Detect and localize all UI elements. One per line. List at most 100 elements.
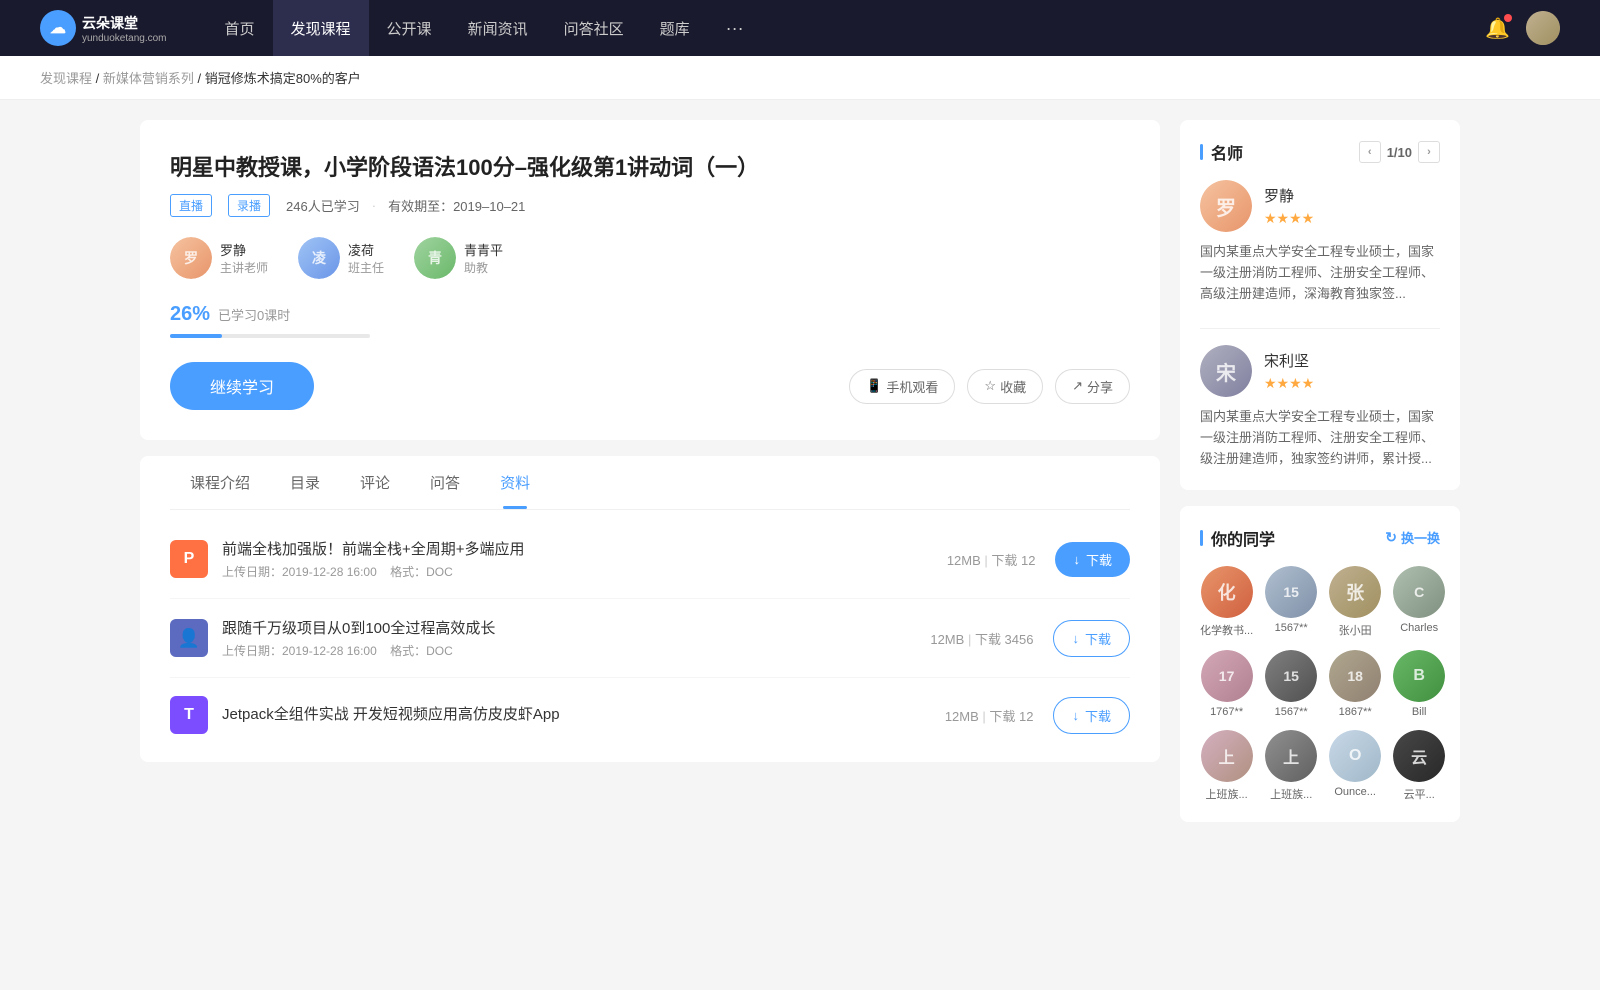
sidebar-teacher-1-stars: ★★★★ <box>1264 210 1314 227</box>
resource-icon-3: T <box>170 696 208 734</box>
tab-intro[interactable]: 课程介绍 <box>170 456 270 509</box>
logo-icon: ☁ <box>40 10 76 46</box>
next-teacher-button[interactable]: › <box>1418 141 1440 163</box>
teacher-page: 1/10 <box>1387 145 1412 160</box>
resource-stats-1: 12MB | 下载 12 <box>947 550 1036 569</box>
course-meta: 直播 录播 246人已学习 · 有效期至：2019–10–21 <box>170 194 1130 217</box>
student-10-avatar: 上 <box>1265 730 1317 782</box>
student-4: C Charles <box>1393 566 1445 638</box>
collect-button[interactable]: ☆ 收藏 <box>967 369 1043 404</box>
student-4-name: Charles <box>1400 622 1438 634</box>
tab-catalog[interactable]: 目录 <box>270 456 340 509</box>
student-12-name: 云平... <box>1404 786 1435 802</box>
progress-bar-bg <box>170 334 370 338</box>
nav-item-courses[interactable]: 发现课程 <box>273 0 369 56</box>
student-6-avatar: 15 <box>1265 650 1317 702</box>
student-8-name: Bill <box>1412 706 1427 718</box>
notification-dot <box>1504 14 1512 22</box>
sidebar-teacher-2-name: 宋利坚 <box>1264 350 1314 371</box>
students-card: 你的同学 ↻ 换一换 化 化学教书... 15 1567** <box>1180 506 1460 822</box>
teacher-3-avatar: 青 <box>414 237 456 279</box>
student-4-avatar: C <box>1393 566 1445 618</box>
teacher-2: 凌 凌荷 班主任 <box>298 237 384 279</box>
teacher-2-role: 班主任 <box>348 259 384 276</box>
breadcrumb-link-courses[interactable]: 发现课程 <box>40 71 92 86</box>
notification-bell[interactable]: 🔔 <box>1485 16 1510 41</box>
teachers-title: 名师 <box>1211 140 1243 164</box>
sidebar-teacher-1: 罗 罗静 ★★★★ 国内某重点大学安全工程专业硕士，国家一级注册消防工程师、注册… <box>1200 180 1440 304</box>
title-bar-decoration-2 <box>1200 530 1203 546</box>
resource-stats-3: 12MB | 下载 12 <box>945 706 1034 725</box>
content-left: 明星中教授课，小学阶段语法100分–强化级第1讲动词（一） 直播 录播 246人… <box>140 120 1160 838</box>
breadcrumb-link-series[interactable]: 新媒体营销系列 <box>103 71 194 86</box>
students-count: 246人已学习 <box>286 196 360 215</box>
sidebar-teacher-2-desc: 国内某重点大学安全工程专业硕士，国家一级注册消防工程师、注册安全工程师、级注册建… <box>1200 407 1440 469</box>
main-container: 明星中教授课，小学阶段语法100分–强化级第1讲动词（一） 直播 录播 246人… <box>100 120 1500 838</box>
student-1-name: 化学教书... <box>1200 622 1253 638</box>
tag-live: 直播 <box>170 194 212 217</box>
star-icon: ☆ <box>984 378 996 394</box>
progress-percent: 26% <box>170 303 210 326</box>
refresh-students-button[interactable]: ↻ 换一换 <box>1385 528 1440 547</box>
course-actions: 继续学习 📱 手机观看 ☆ 收藏 ↗ 分享 <box>170 362 1130 410</box>
resource-info-2: 跟随千万级项目从0到100全过程高效成长 上传日期：2019-12-28 16:… <box>222 617 930 659</box>
mobile-view-button[interactable]: 📱 手机观看 <box>849 369 955 404</box>
tag-record: 录播 <box>228 194 270 217</box>
sidebar-teacher-1-avatar: 罗 <box>1200 180 1252 232</box>
progress-text: 已学习0课时 <box>218 305 290 324</box>
tabs-section: 课程介绍 目录 评论 问答 资料 P 前端全栈加强版！前端全栈+全周期+多端应用… <box>140 456 1160 762</box>
resource-stats-2: 12MB | 下载 3456 <box>930 629 1033 648</box>
students-title-row: 你的同学 ↻ 换一换 <box>1200 526 1440 550</box>
resource-name-3: Jetpack全组件实战 开发短视频应用高仿皮皮虾App <box>222 703 945 724</box>
student-10-name: 上班族... <box>1270 786 1312 802</box>
teacher-3-role: 助教 <box>464 259 503 276</box>
student-11-name: Ounce... <box>1334 786 1376 798</box>
user-avatar-header[interactable] <box>1526 11 1560 45</box>
nav-item-open[interactable]: 公开课 <box>369 0 450 56</box>
nav-item-quiz[interactable]: 题库 <box>642 0 708 56</box>
header: ☁ 云朵课堂 yunduoketang.com 首页 发现课程 公开课 新闻资讯… <box>0 0 1600 56</box>
student-6-name: 1567** <box>1275 706 1308 718</box>
student-2-avatar: 15 <box>1265 566 1317 618</box>
download-button-1[interactable]: ↓ 下载 <box>1055 542 1130 577</box>
breadcrumb-sep1: / <box>96 71 103 86</box>
student-9: 上 上班族... <box>1200 730 1253 802</box>
tab-qa[interactable]: 问答 <box>410 456 480 509</box>
nav-item-more[interactable]: ··· <box>708 0 762 56</box>
avatar-image <box>1526 11 1560 45</box>
download-icon-2: ↓ <box>1072 631 1079 646</box>
tab-review[interactable]: 评论 <box>340 456 410 509</box>
student-3-avatar: 张 <box>1329 566 1381 618</box>
student-3: 张 张小田 <box>1329 566 1381 638</box>
progress-bar-fill <box>170 334 222 338</box>
teacher-1-role: 主讲老师 <box>220 259 268 276</box>
resource-name-1: 前端全栈加强版！前端全栈+全周期+多端应用 <box>222 538 947 559</box>
students-title: 你的同学 <box>1211 526 1275 550</box>
download-button-2[interactable]: ↓ 下载 <box>1053 620 1130 657</box>
student-8: B Bill <box>1393 650 1445 718</box>
share-icon: ↗ <box>1072 378 1083 394</box>
share-button[interactable]: ↗ 分享 <box>1055 369 1130 404</box>
download-button-3[interactable]: ↓ 下载 <box>1053 697 1130 734</box>
nav-item-news[interactable]: 新闻资讯 <box>450 0 546 56</box>
course-card: 明星中教授课，小学阶段语法100分–强化级第1讲动词（一） 直播 录播 246人… <box>140 120 1160 440</box>
sidebar-teacher-2-avatar: 宋 <box>1200 345 1252 397</box>
student-1-avatar: 化 <box>1201 566 1253 618</box>
student-9-name: 上班族... <box>1206 786 1248 802</box>
student-6: 15 1567** <box>1265 650 1317 718</box>
continue-button[interactable]: 继续学习 <box>170 362 314 410</box>
student-7-avatar: 18 <box>1329 650 1381 702</box>
teacher-2-name: 凌荷 <box>348 240 384 259</box>
nav-item-qa[interactable]: 问答社区 <box>546 0 642 56</box>
teachers: 罗 罗静 主讲老师 凌 凌荷 班主任 <box>170 237 1130 279</box>
header-right: 🔔 <box>1485 11 1560 45</box>
prev-teacher-button[interactable]: ‹ <box>1359 141 1381 163</box>
teacher-2-avatar: 凌 <box>298 237 340 279</box>
title-bar-decoration <box>1200 144 1203 160</box>
logo[interactable]: ☁ 云朵课堂 yunduoketang.com <box>40 10 167 46</box>
tab-resource[interactable]: 资料 <box>480 456 550 509</box>
nav-item-home[interactable]: 首页 <box>207 0 273 56</box>
teachers-card: 名师 ‹ 1/10 › 罗 罗静 ★★★★ 国内 <box>1180 120 1460 490</box>
student-5-avatar: 17 <box>1201 650 1253 702</box>
student-5-name: 1767** <box>1210 706 1243 718</box>
